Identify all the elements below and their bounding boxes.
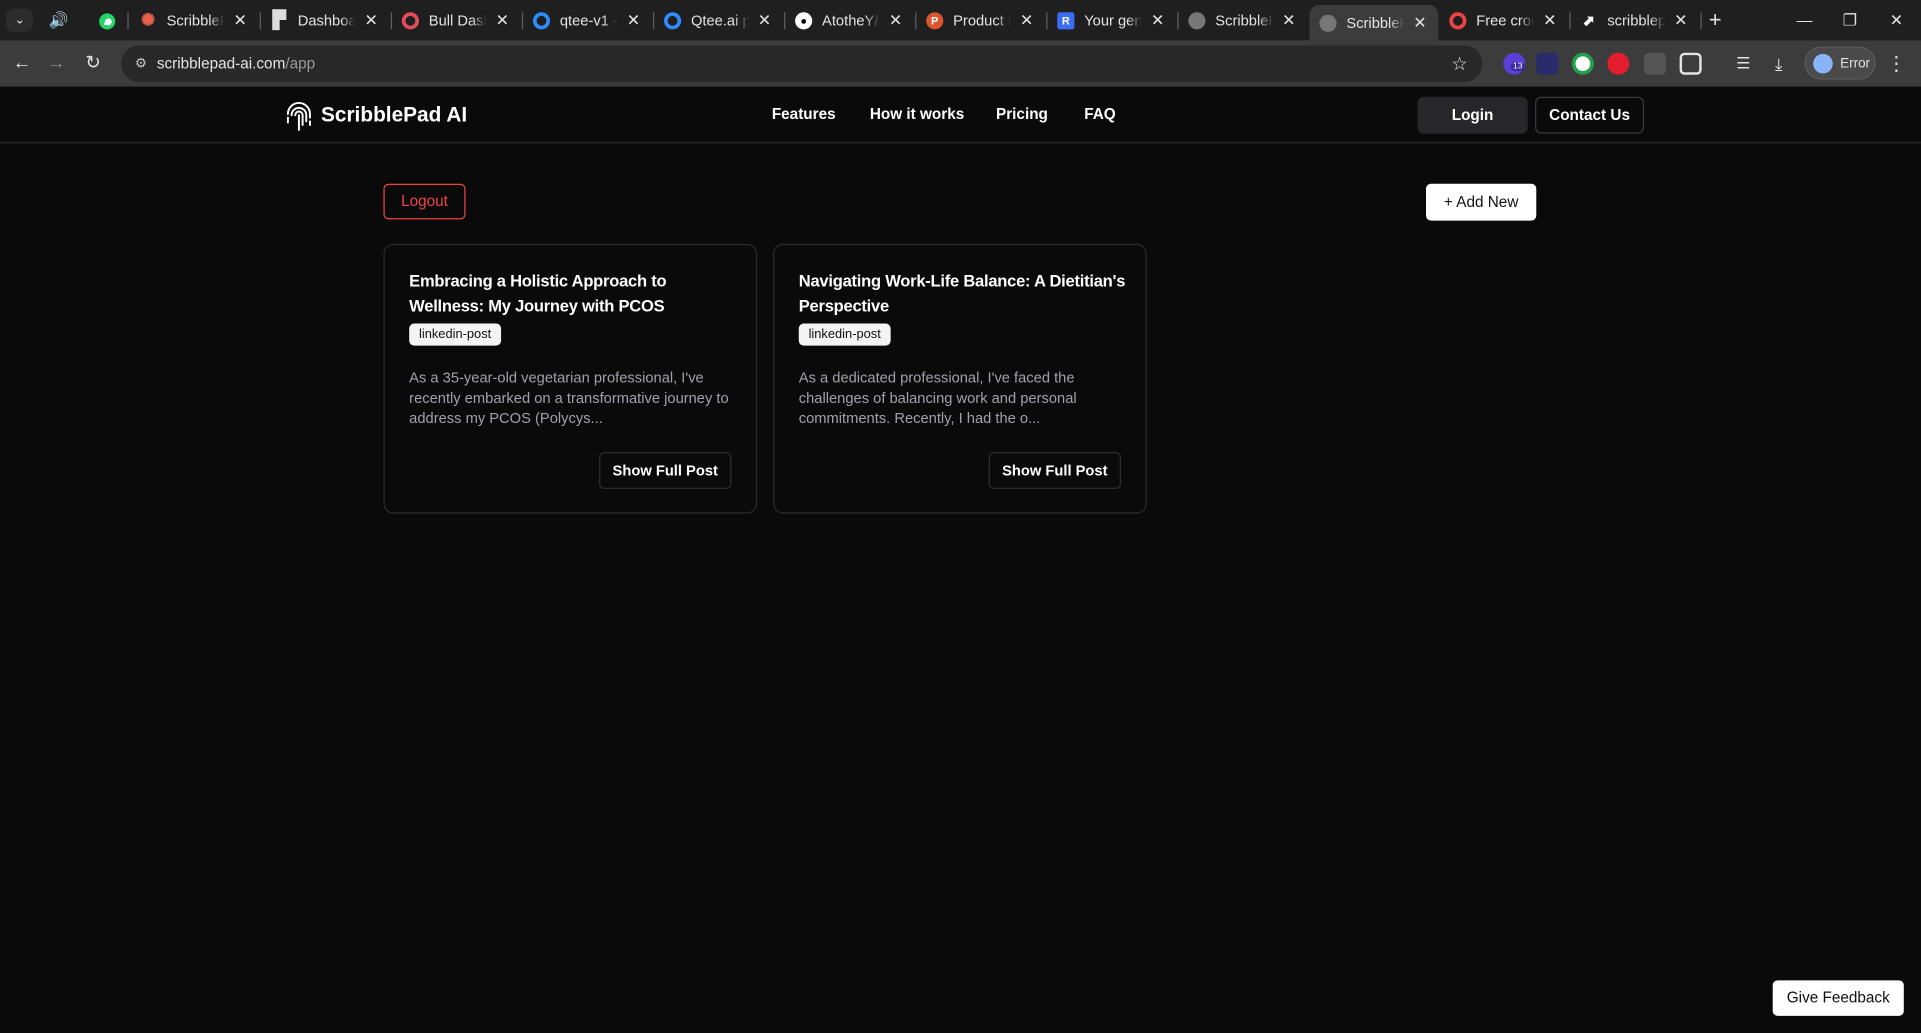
close-icon[interactable]: ✕ [625, 10, 642, 30]
post-card: Embracing a Holistic Approach to Wellnes… [383, 243, 758, 514]
tab-favicon [1188, 11, 1206, 29]
fingerprint-icon [286, 102, 311, 131]
extension-icon[interactable] [1607, 52, 1630, 75]
tab-favicon [664, 11, 682, 29]
tab-favicon: R [1057, 11, 1075, 29]
avatar [1813, 53, 1833, 73]
tab[interactable]: ⬈scribblepad✕ [1571, 5, 1700, 36]
login-button[interactable]: Login [1417, 96, 1528, 134]
site-info-icon[interactable]: ⚙ [131, 54, 151, 74]
nav-faq[interactable]: FAQ [1084, 105, 1115, 122]
tab[interactable]: ●AtotheY/sa✕ [785, 5, 914, 36]
whatsapp-icon[interactable] [93, 7, 120, 34]
give-feedback-button[interactable]: Give Feedback [1772, 980, 1904, 1016]
page: ScribblePad AI Features How it works Pri… [0, 88, 1921, 1033]
close-icon[interactable]: ✕ [1149, 10, 1166, 30]
extension-icon[interactable] [1571, 52, 1594, 75]
tab-favicon: P [926, 11, 944, 29]
close-icon[interactable]: ✕ [1018, 10, 1035, 30]
close-icon[interactable]: ✕ [887, 10, 904, 30]
close-icon[interactable]: ✕ [363, 10, 380, 30]
tab[interactable]: ✺ScribblePad✕ [130, 5, 259, 36]
post-title: Embracing a Holistic Approach to Wellnes… [409, 272, 667, 315]
logout-button[interactable]: Logout [383, 183, 466, 220]
close-icon[interactable]: ✕ [756, 10, 773, 30]
forward-icon[interactable]: → [42, 49, 71, 78]
new-tab-button[interactable]: + [1703, 7, 1728, 32]
restore-icon[interactable]: ❐ [1825, 5, 1874, 36]
close-icon[interactable]: ✕ [232, 10, 249, 30]
browser-toolbar: ← → ↻ ⚙ scribblepad-ai.com/app ☆ 13 ☰ ⤓ … [0, 40, 1921, 88]
tab[interactable]: Bull Dashboard✕ [392, 5, 521, 36]
tab-search-icon[interactable]: ⌄ [6, 8, 34, 32]
extension-icon[interactable]: 13 [1503, 52, 1526, 75]
brand-name: ScribblePad AI [320, 102, 468, 127]
close-icon[interactable]: ✕ [494, 10, 511, 30]
window-close-icon[interactable]: ✕ [1872, 5, 1921, 36]
close-icon[interactable]: ✕ [1672, 10, 1689, 30]
close-icon[interactable]: ✕ [1411, 13, 1428, 33]
tab[interactable]: PProduct Hunt✕ [916, 5, 1045, 36]
tab-favicon: ▛ [272, 9, 286, 30]
post-card: Navigating Work-Life Balance: A Dietitia… [773, 243, 1147, 514]
nav-how-it-works[interactable]: How it works [870, 105, 964, 122]
extension-icon[interactable] [1536, 52, 1559, 75]
add-new-button[interactable]: + Add New [1426, 183, 1537, 221]
post-excerpt: As a dedicated professional, I've faced … [798, 368, 1077, 427]
post-title: Navigating Work-Life Balance: A Dietitia… [798, 272, 1126, 315]
minimize-icon[interactable]: — [1780, 5, 1829, 36]
tab-favicon: ✺ [141, 9, 156, 30]
show-full-post-button[interactable]: Show Full Post [599, 452, 732, 489]
back-icon[interactable]: ← [7, 49, 36, 78]
tab-favicon [401, 11, 419, 29]
extension-badge: 13 [1510, 62, 1526, 72]
tab-favicon [1449, 11, 1467, 29]
download-icon[interactable]: ⤓ [1764, 49, 1793, 78]
kebab-menu-icon[interactable]: ⋮ [1887, 51, 1907, 76]
tab-favicon: ⬈ [1582, 11, 1596, 29]
media-control-icon[interactable]: ☰ [1729, 49, 1758, 78]
tab[interactable]: ▛Dashboard✕ [261, 5, 390, 36]
tab[interactable]: ScribblePad✕ [1179, 5, 1308, 36]
tab-favicon [532, 11, 551, 29]
site-header: ScribblePad AI Features How it works Pri… [0, 88, 1921, 144]
extension-icon[interactable] [1644, 52, 1667, 75]
url-text: scribblepad-ai.com/app [156, 55, 316, 73]
tab-active[interactable]: ScribblePad✕ [1309, 4, 1439, 41]
close-icon[interactable]: ✕ [1541, 10, 1558, 30]
reload-icon[interactable]: ↻ [78, 49, 107, 78]
tab[interactable]: Qtee.ai project✕ [654, 5, 783, 36]
github-icon: ● [795, 11, 813, 29]
nav-pricing[interactable]: Pricing [996, 105, 1048, 122]
post-excerpt: As a 35-year-old vegetarian professional… [409, 368, 729, 427]
brand-logo[interactable]: ScribblePad AI [283, 98, 467, 132]
extensions-puzzle-icon[interactable] [1679, 52, 1702, 75]
post-tag-badge: linkedin-post [409, 323, 502, 346]
speaker-icon[interactable]: 🔊 [45, 7, 72, 34]
show-full-post-button[interactable]: Show Full Post [988, 452, 1121, 489]
tab[interactable]: RYour generated✕ [1047, 5, 1176, 36]
tab[interactable]: qtee-v1 - D✕ [523, 5, 652, 36]
profile-button[interactable]: Error [1804, 46, 1876, 80]
post-tag-badge: linkedin-post [798, 323, 891, 346]
bookmark-star-icon[interactable]: ☆ [1451, 53, 1467, 75]
browser-tab-strip: ⌄ 🔊 ✺ScribblePad✕ ▛Dashboard✕ Bull Dashb… [0, 0, 1921, 41]
address-bar[interactable]: ⚙ scribblepad-ai.com/app ☆ [121, 45, 1483, 83]
tab[interactable]: Free cronjob✕ [1439, 5, 1568, 36]
nav-features[interactable]: Features [772, 105, 836, 122]
tab-favicon [1319, 14, 1337, 32]
contact-us-button[interactable]: Contact Us [1535, 96, 1645, 134]
close-icon[interactable]: ✕ [1280, 10, 1297, 30]
